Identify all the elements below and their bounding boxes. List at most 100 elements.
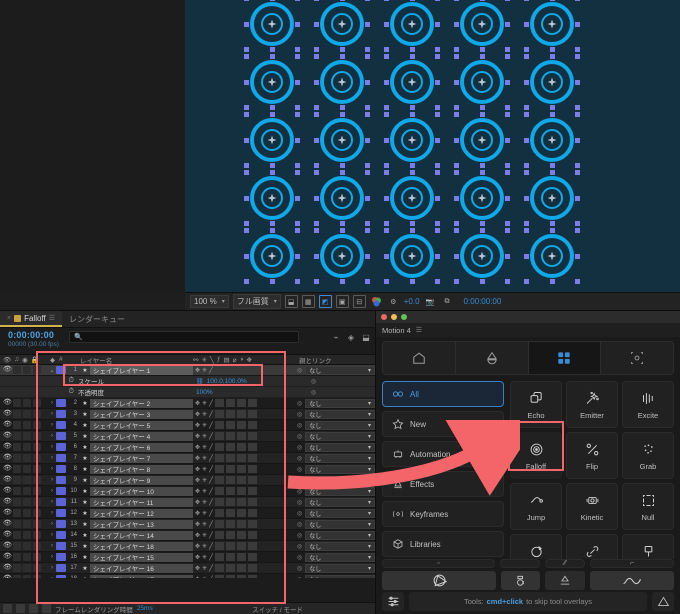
lock-toggle[interactable] <box>33 421 41 429</box>
eye-icon[interactable]: 👁 <box>3 432 12 440</box>
row-toggles[interactable]: 👁 <box>0 531 48 539</box>
eye-icon[interactable]: 👁 <box>3 575 12 578</box>
pickwhip-icon[interactable]: ◎ <box>293 378 375 385</box>
twirl-icon[interactable]: › <box>48 422 56 428</box>
solo-toggle[interactable] <box>23 465 31 473</box>
3d-layer-icon[interactable]: ✥ <box>195 444 200 451</box>
show-snapshot-icon[interactable]: ⧉ <box>441 295 454 308</box>
solo-toggle[interactable] <box>23 487 31 495</box>
label-color-swatch[interactable] <box>56 432 66 440</box>
layer-switches[interactable]: ✥✳╱ <box>193 399 293 407</box>
shape-layer-instance[interactable] <box>377 111 447 169</box>
pickwhip-icon[interactable]: ◎ <box>297 554 302 561</box>
maximize-window-icon[interactable] <box>401 314 407 320</box>
sidebar-item-libraries[interactable]: Libraries <box>382 531 504 557</box>
3d-layer-icon[interactable]: ✥ <box>195 521 200 528</box>
align-button[interactable] <box>545 571 585 590</box>
eye-icon[interactable]: 👁 <box>3 498 12 506</box>
label-color-swatch[interactable] <box>56 564 66 572</box>
pickwhip-icon[interactable]: ◎ <box>297 532 302 539</box>
table-row[interactable]: 👁 › 16 ★ シェイプレイヤー 15 ✥ ✳ ╱ ◎ なし ▾ <box>0 552 375 563</box>
lock-toggle[interactable] <box>33 366 41 374</box>
sidebar-item-keyframes[interactable]: Keyframes <box>382 501 504 527</box>
parent-select[interactable]: なし ▾ <box>305 530 375 540</box>
overflow-chip[interactable]: ⁄⁄ <box>545 559 586 568</box>
quality-icon[interactable]: ╱ <box>209 488 213 495</box>
audio-toggle[interactable] <box>13 564 21 572</box>
tool-flip[interactable]: Flip <box>566 432 618 479</box>
transparency-grid-icon[interactable]: ▦ <box>301 295 315 308</box>
lock-toggle[interactable] <box>33 432 41 440</box>
audio-toggle[interactable] <box>13 498 21 506</box>
layer-switches[interactable]: ✥✳╱ <box>193 487 293 495</box>
3d-layer-icon[interactable]: ✥ <box>195 477 200 484</box>
audio-toggle[interactable] <box>13 575 21 578</box>
parent-link-cell[interactable]: ◎ なし ▾ <box>293 552 375 562</box>
lock-toggle[interactable] <box>33 454 41 462</box>
quality-icon[interactable]: ╱ <box>209 422 213 429</box>
eye-icon[interactable]: 👁 <box>3 410 12 418</box>
label-color-swatch[interactable] <box>56 399 66 407</box>
label-color-swatch[interactable] <box>56 443 66 451</box>
tool-kinetic[interactable]: Kinetic <box>566 483 618 530</box>
eye-icon[interactable]: 👁 <box>3 476 12 484</box>
row-toggles[interactable]: 👁 <box>0 564 48 572</box>
row-toggles[interactable]: 👁 <box>0 498 48 506</box>
layer-switches[interactable]: ✥✳╱ <box>193 476 293 484</box>
3d-layer-icon[interactable]: ✥ <box>195 532 200 539</box>
3d-layer-icon[interactable]: ✥ <box>195 466 200 473</box>
zoom-select[interactable]: 100 % ▾ <box>190 295 229 308</box>
twirl-icon[interactable]: › <box>48 576 56 578</box>
layer-switches[interactable]: ✥✳╱ <box>193 575 293 578</box>
shape-layer-instance[interactable] <box>307 53 377 111</box>
collapse-icon[interactable]: ✳ <box>202 455 207 462</box>
eye-icon[interactable]: 👁 <box>3 443 12 451</box>
row-toggles[interactable]: 👁 <box>0 410 48 418</box>
solo-toggle[interactable] <box>23 564 31 572</box>
sidebar-item-all[interactable]: All <box>382 381 504 407</box>
layer-switches[interactable]: ✥✳╱ <box>193 498 293 506</box>
table-row[interactable]: 👁 › 12 ★ シェイプレイヤー 12 ✥ ✳ ╱ ◎ なし ▾ <box>0 508 375 519</box>
table-row[interactable]: 👁 ⌄ 1 ★ シェイプレイヤー 1 ✥ ✳ ╱ ◎ なし ▾ <box>0 365 375 376</box>
layer-switches[interactable]: ✥✳╱ <box>193 443 293 451</box>
overflow-chip[interactable]: ◦ <box>382 559 495 568</box>
home-tab[interactable] <box>383 342 456 374</box>
label-color-swatch[interactable] <box>56 542 66 550</box>
shape-layer-instance[interactable] <box>447 169 517 227</box>
tool-grab[interactable]: Grab <box>622 432 674 479</box>
lock-toggle[interactable] <box>33 399 41 407</box>
eye-icon[interactable]: 👁 <box>3 366 12 374</box>
collapse-icon[interactable]: ✳ <box>202 477 207 484</box>
quality-icon[interactable]: ╱ <box>209 521 213 528</box>
shape-layer-instance[interactable] <box>237 227 307 285</box>
quality-icon[interactable]: ╱ <box>209 400 213 407</box>
label-color-swatch[interactable] <box>56 410 66 418</box>
parent-link-cell[interactable]: ◎ なし ▾ <box>293 409 375 419</box>
solo-toggle[interactable] <box>23 575 31 578</box>
shape-layer-instance[interactable] <box>307 227 377 285</box>
frame-blending-toggle-icon[interactable] <box>3 604 12 613</box>
lock-toggle[interactable] <box>33 564 41 572</box>
lock-toggle[interactable] <box>33 575 41 578</box>
layer-switches[interactable]: ✥✳╱ <box>193 465 293 473</box>
table-row[interactable]: 👁 › 3 ★ シェイプレイヤー 3 ✥ ✳ ╱ ◎ なし ▾ <box>0 409 375 420</box>
shape-layer-instance[interactable] <box>517 53 587 111</box>
twirl-icon[interactable]: › <box>48 554 56 560</box>
twirl-icon[interactable]: ⌄ <box>48 367 56 374</box>
lock-toggle[interactable] <box>33 509 41 517</box>
solo-toggle[interactable] <box>23 366 31 374</box>
column-parent-link[interactable]: 親とリンク <box>293 355 375 365</box>
graph-editor-icon[interactable]: ◈ <box>346 332 356 342</box>
3d-layer-icon[interactable]: ✥ <box>195 543 200 550</box>
parent-select[interactable]: なし ▾ <box>305 365 375 375</box>
3d-layer-icon[interactable]: ✥ <box>195 422 200 429</box>
solo-toggle[interactable] <box>23 476 31 484</box>
layer-switches[interactable]: ✥✳╱ <box>193 542 293 550</box>
camera-snapshot-icon[interactable]: 📷 <box>424 295 437 308</box>
row-toggles[interactable]: 👁 <box>0 542 48 550</box>
pickwhip-icon[interactable]: ◎ <box>297 521 302 528</box>
twirl-icon[interactable]: › <box>48 477 56 483</box>
shy-toggle-icon[interactable] <box>42 604 51 613</box>
audio-toggle[interactable] <box>13 399 21 407</box>
parent-link-cell[interactable]: ◎ なし ▾ <box>293 508 375 518</box>
